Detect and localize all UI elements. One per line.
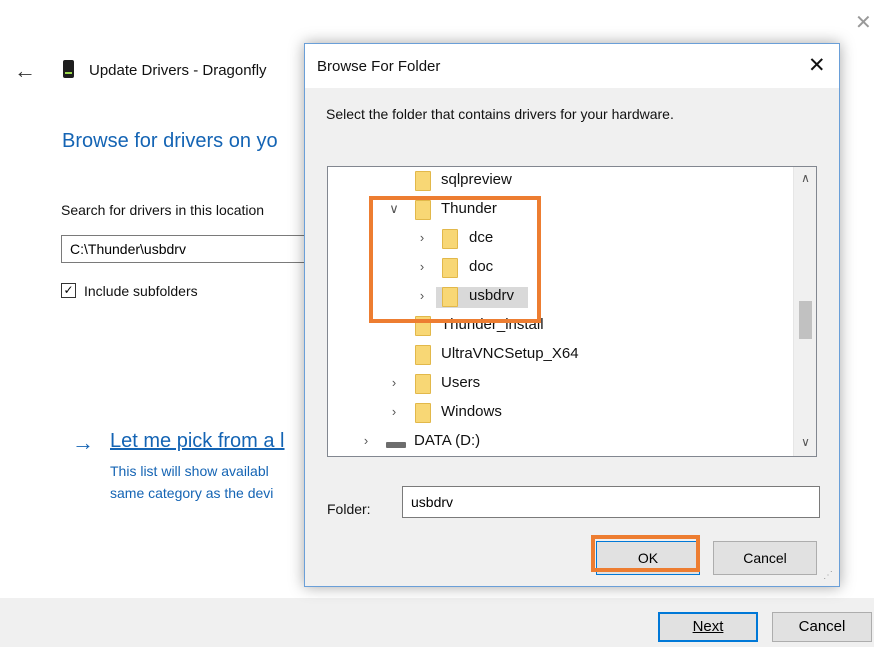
- folder-icon: [415, 171, 431, 191]
- scroll-down-icon[interactable]: ∨: [794, 435, 816, 449]
- folder-icon: [415, 374, 431, 394]
- dialog-body: Select the folder that contains drivers …: [305, 88, 839, 586]
- tree-row-ultravncsetup[interactable]: UltraVNCSetup_X64: [328, 341, 793, 370]
- arrow-right-icon: →: [72, 430, 94, 455]
- wizard-heading: Browse for drivers on yo: [62, 130, 278, 152]
- resize-grip-icon[interactable]: ⋰: [823, 570, 835, 582]
- driver-path-input[interactable]: C:\Thunder\usbdrv: [61, 235, 311, 263]
- tree-label: DATA (D:): [414, 432, 481, 449]
- pick-from-list-description: This list will show availabl same catego…: [110, 460, 273, 504]
- tree-label: UltraVNCSetup_X64: [441, 345, 579, 362]
- folder-icon: [415, 345, 431, 365]
- back-arrow-icon[interactable]: ←: [14, 60, 36, 82]
- pick-desc-line2: same category as the devi: [110, 485, 274, 501]
- include-subfolders-label[interactable]: Include subfolders: [84, 283, 198, 299]
- pick-from-list-link[interactable]: Let me pick from a l: [110, 430, 285, 453]
- wizard-title: Update Drivers - Dragonfly: [89, 62, 267, 79]
- dialog-titlebar: Browse For Folder ✕: [305, 44, 839, 88]
- tree-row-users[interactable]: › Users: [328, 370, 793, 399]
- folder-input[interactable]: usbdrv: [402, 486, 820, 518]
- dialog-instruction: Select the folder that contains drivers …: [326, 106, 674, 122]
- dialog-cancel-button[interactable]: Cancel: [713, 541, 817, 575]
- chevron-right-icon[interactable]: ›: [387, 375, 401, 390]
- tree-row-windows[interactable]: › Windows: [328, 399, 793, 428]
- search-location-label: Search for drivers in this location: [61, 202, 265, 218]
- tree-label: Windows: [441, 403, 502, 420]
- drive-icon: [386, 442, 406, 448]
- wizard-cancel-button[interactable]: Cancel: [772, 612, 872, 642]
- folder-icon: [415, 403, 431, 423]
- dialog-close-icon[interactable]: ✕: [808, 53, 826, 78]
- thunder-highlight-box: [369, 196, 541, 323]
- scroll-up-icon[interactable]: ∧: [794, 171, 816, 185]
- pick-desc-line1: This list will show availabl: [110, 463, 269, 479]
- chevron-right-icon[interactable]: ›: [359, 433, 373, 448]
- tree-label: sqlpreview: [441, 171, 512, 188]
- next-button[interactable]: Next: [658, 612, 758, 642]
- folder-field-label: Folder:: [327, 501, 371, 517]
- tree-label: Users: [441, 374, 481, 391]
- tree-scrollbar[interactable]: ∧ ∨: [793, 167, 816, 456]
- chevron-right-icon[interactable]: ›: [387, 404, 401, 419]
- device-icon: [63, 60, 74, 78]
- wizard-close-icon[interactable]: ✕: [855, 10, 872, 35]
- dialog-title: Browse For Folder: [317, 58, 441, 75]
- include-subfolders-checkbox[interactable]: ✓: [61, 283, 76, 298]
- scroll-thumb[interactable]: [799, 301, 812, 339]
- tree-row-data-drive[interactable]: › DATA (D:): [328, 428, 793, 456]
- tree-row-sqlpreview[interactable]: sqlpreview: [328, 167, 793, 196]
- ok-highlight-box: [591, 535, 700, 572]
